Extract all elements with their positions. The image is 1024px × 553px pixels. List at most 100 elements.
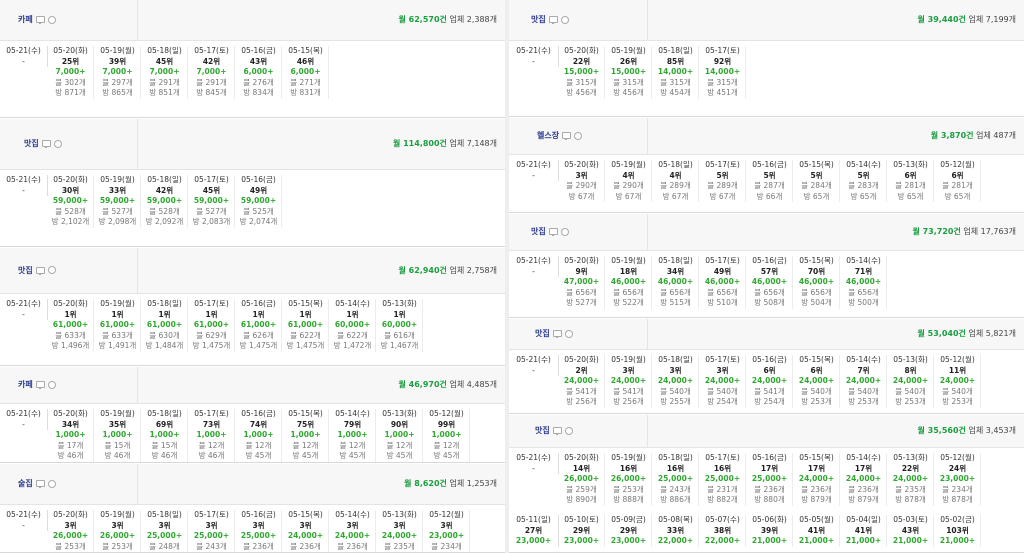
mobile-icon[interactable]: [560, 227, 569, 236]
visitor-count: 방 256개: [566, 397, 597, 406]
rank-cell: 05-14(수) 1위 60,000+ 블 622개 방 1,472개: [330, 299, 376, 352]
rank-value: 6위: [904, 170, 917, 180]
rank-cell: 05-13(화) 8위 24,000+ 블 540개 방 253개: [888, 355, 934, 408]
category-label[interactable]: 카페: [18, 14, 56, 25]
pc-icon[interactable]: [41, 140, 51, 148]
visitor-count: 방 67개: [568, 191, 595, 201]
review-count: 59,000+: [99, 196, 136, 205]
rank-cell: 05-19(월) 16위 26,000+ 블 253개 방 888개: [606, 453, 652, 506]
search-volume-summary: 월 114,800건 업체 7,148개: [393, 138, 497, 149]
rank-value: 3위: [346, 520, 359, 530]
date-label: 05-14(수): [846, 160, 881, 169]
category-label[interactable]: 맛집: [531, 226, 569, 237]
date-label: 05-21(수): [6, 299, 41, 308]
visitor-count: 방 865개: [102, 88, 133, 97]
review-count: 24,000+: [845, 376, 882, 385]
business-count: 업체 3,453개: [968, 426, 1016, 435]
visitor-count: 방 65개: [803, 191, 830, 201]
pc-icon[interactable]: [35, 480, 45, 488]
rank-cell: 05-17(토) 16위 25,000+ 블 231개 방 882개: [700, 453, 746, 506]
rank-value: 3위: [716, 365, 729, 375]
pc-icon[interactable]: [35, 381, 45, 389]
pc-icon[interactable]: [35, 16, 45, 24]
blog-count: 블 276개: [243, 77, 274, 87]
blog-count: 블 656개: [707, 287, 738, 297]
rank-cell: 05-17(토) 49위 46,000+ 블 656개 방 510개: [700, 256, 746, 309]
mobile-icon[interactable]: [47, 15, 56, 24]
pc-icon[interactable]: [548, 228, 558, 236]
blog-count: 블 290개: [566, 181, 597, 190]
rank-cell: 05-16(금) 49위 59,000+ 블 525개 방 2,074개: [236, 175, 282, 228]
rank-value: 3위: [299, 520, 312, 530]
mobile-icon[interactable]: [560, 15, 569, 24]
rank-cell: 05-14(수) 71위 46,000+ 블 656개 방 500개: [841, 256, 887, 309]
rank-value: 49위: [249, 185, 268, 195]
visitor-count: 방 67개: [662, 191, 689, 201]
blog-count: 블 525개: [243, 206, 274, 216]
search-volume-summary: 월 35,560건 업체 3,453개: [918, 425, 1016, 436]
category-label[interactable]: 술집: [18, 478, 56, 489]
rank-value: 1위: [346, 309, 359, 319]
rank-value: 5위: [716, 170, 729, 180]
mobile-icon[interactable]: [47, 479, 56, 488]
visitor-count: 방 45개: [339, 451, 366, 460]
date-label: 05-15(목): [288, 46, 323, 55]
mobile-icon[interactable]: [47, 266, 56, 274]
mobile-icon[interactable]: [564, 426, 573, 435]
category-label[interactable]: 맛집: [531, 14, 569, 25]
rank-value: 38위: [713, 525, 732, 535]
rank-cell: 05-19(월) 18위 46,000+ 블 656개 방 522개: [606, 256, 652, 309]
card-header: 맛집 월 73,720건 업체 17,763개: [509, 214, 1024, 251]
review-count: 60,000+: [381, 320, 418, 329]
review-count: 61,000+: [287, 320, 324, 329]
visitor-count: 방 882개: [707, 495, 738, 504]
monthly-searches: 월 114,800건: [392, 139, 447, 148]
date-label: 05-15(목): [799, 453, 834, 462]
pc-icon[interactable]: [552, 330, 562, 338]
header-separator: [647, 415, 648, 447]
review-count: 1,000+: [384, 430, 415, 439]
category-label[interactable]: 맛집: [18, 265, 56, 276]
card-bottom-border: [509, 413, 1024, 414]
today-cell: 05-21(수) -: [509, 355, 559, 376]
category-label[interactable]: 카페: [18, 379, 56, 390]
search-volume-summary: 월 62,570건 업체 2,388개: [399, 14, 497, 25]
category-label[interactable]: 헬스장: [537, 130, 583, 141]
pc-icon[interactable]: [552, 427, 562, 435]
card-header: 맛집 월 62,940건 업체 2,758개: [0, 248, 505, 294]
today-cell: 05-21(수) -: [0, 175, 48, 196]
category-label[interactable]: 맛집: [535, 328, 573, 339]
category-name: 맛집: [535, 329, 550, 338]
rank-value: 42위: [155, 185, 174, 195]
review-count: 61,000+: [52, 320, 89, 329]
today-cell: 05-21(수) -: [0, 510, 48, 531]
category-name: 맛집: [535, 426, 550, 435]
review-count: 1,000+: [243, 430, 274, 439]
monthly-searches: 월 3,870건: [930, 131, 974, 140]
keyword-card: 카페 월 46,970건 업체 4,485개 05-21(수) -05-20(화) 34…: [0, 367, 505, 463]
pc-icon[interactable]: [548, 16, 558, 24]
blog-count: 블 12개: [339, 440, 366, 450]
date-label: 05-18(일): [658, 46, 693, 55]
review-count: 24,000+: [334, 531, 371, 540]
rank-value: 34위: [666, 266, 685, 276]
review-count: 1,000+: [102, 430, 133, 439]
review-count: 24,000+: [381, 531, 418, 540]
rank-value: 5위: [763, 170, 776, 180]
pc-icon[interactable]: [562, 132, 572, 140]
rank-cell: 05-17(토) 3위 25,000+ 블 243개: [189, 510, 235, 552]
date-label: 05-16(금): [241, 510, 276, 519]
mobile-icon[interactable]: [47, 380, 56, 389]
rank-value: 5위: [810, 170, 823, 180]
visitor-count: 방 253개: [801, 397, 832, 406]
pc-icon[interactable]: [35, 266, 45, 275]
mobile-icon[interactable]: [53, 139, 62, 148]
mobile-icon[interactable]: [574, 131, 583, 140]
category-label[interactable]: 맛집: [535, 425, 573, 436]
date-label: 05-20(화): [564, 160, 599, 169]
review-count: 46,000+: [610, 277, 647, 286]
mobile-icon[interactable]: [564, 329, 573, 338]
category-label[interactable]: 맛집: [24, 138, 62, 149]
review-count: 1,000+: [55, 430, 86, 439]
business-count: 업체 487개: [976, 131, 1016, 140]
